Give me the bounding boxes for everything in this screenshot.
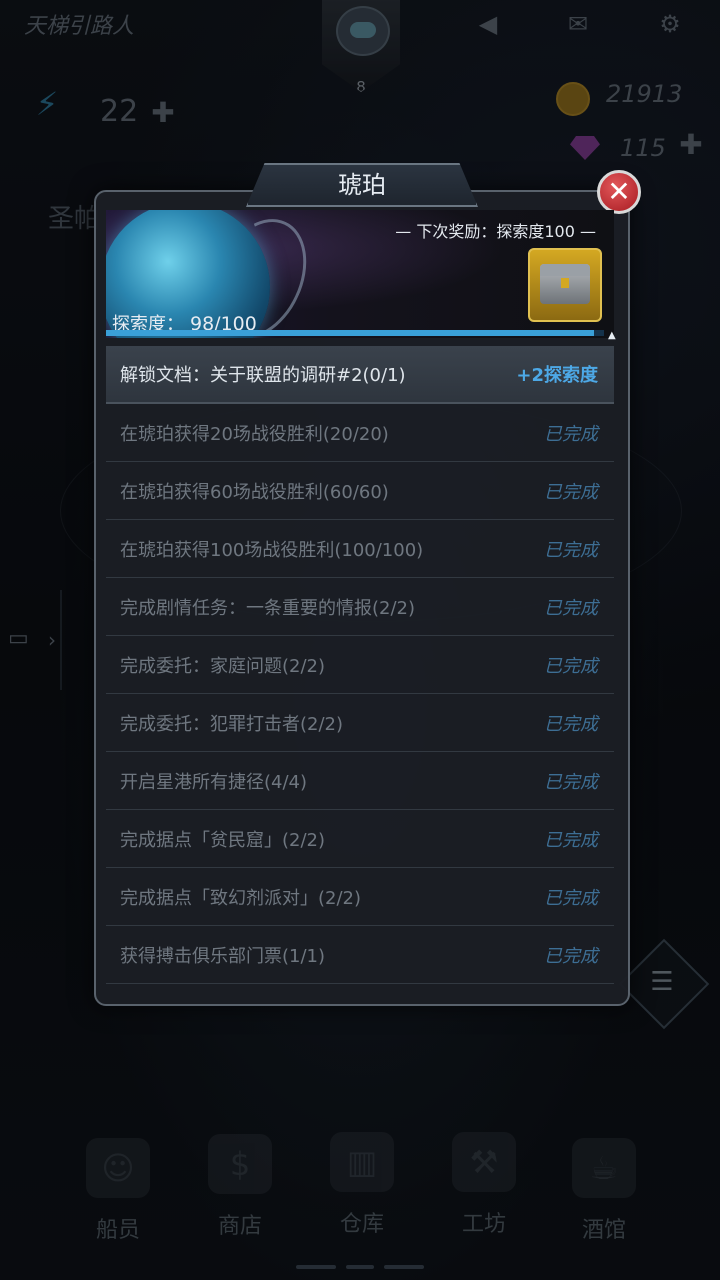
- task-text: 解锁文档：关于联盟的调研#2(0/1): [120, 365, 406, 386]
- task-status-completed: 已完成: [544, 713, 598, 735]
- task-status-completed: 已完成: [544, 887, 598, 909]
- task-status-completed: 已完成: [544, 539, 598, 561]
- task-text: 在琥珀获得60场战役胜利(60/60): [120, 481, 389, 503]
- task-text: 在琥珀获得20场战役胜利(20/20): [120, 423, 389, 445]
- reward-chest-icon[interactable]: [528, 248, 602, 322]
- next-reward-label: — 下次奖励：探索度100 —: [395, 222, 596, 241]
- task-row[interactable]: 完成委托：家庭问题(2/2) 已完成: [106, 636, 614, 694]
- task-text: 开启星港所有捷径(4/4): [120, 771, 308, 793]
- task-row[interactable]: 完成据点「贫民窟」(2/2) 已完成: [106, 810, 614, 868]
- task-text: 完成据点「贫民窟」(2/2): [120, 829, 326, 851]
- close-icon: ✕: [607, 175, 631, 208]
- task-text: 完成委托：家庭问题(2/2): [120, 655, 326, 677]
- task-row[interactable]: 完成据点「致幻剂派对」(2/2) 已完成: [106, 868, 614, 926]
- task-status-completed: 已完成: [544, 945, 598, 967]
- task-row[interactable]: 开启星港所有捷径(4/4) 已完成: [106, 752, 614, 810]
- task-status-completed: 已完成: [544, 655, 598, 677]
- task-status-completed: 已完成: [544, 597, 598, 619]
- task-row[interactable]: 获得搏击俱乐部门票(1/1) 已完成: [106, 926, 614, 984]
- task-status-completed: 已完成: [544, 423, 598, 445]
- task-text: 完成剧情任务：一条重要的情报(2/2): [120, 597, 416, 619]
- progress-end-marker: ▲: [608, 330, 616, 341]
- exploration-progress-bar: [106, 330, 604, 336]
- task-row[interactable]: 完成委托：犯罪打击者(2/2) 已完成: [106, 694, 614, 752]
- task-row[interactable]: 解锁文档：关于联盟的调研#2(0/1) +2探索度: [106, 346, 614, 404]
- task-row[interactable]: 在琥珀获得100场战役胜利(100/100) 已完成: [106, 520, 614, 578]
- task-text: 完成据点「致幻剂派对」(2/2): [120, 887, 362, 909]
- task-status-completed: 已完成: [544, 771, 598, 793]
- task-row[interactable]: 在琥珀获得20场战役胜利(20/20) 已完成: [106, 404, 614, 462]
- task-text: 在琥珀获得100场战役胜利(100/100): [120, 539, 424, 561]
- task-text: 完成委托：犯罪打击者(2/2): [120, 713, 344, 735]
- task-list: 解锁文档：关于联盟的调研#2(0/1) +2探索度在琥珀获得20场战役胜利(20/…: [106, 346, 614, 984]
- progress-fill: [106, 330, 595, 336]
- task-row[interactable]: 完成剧情任务：一条重要的情报(2/2) 已完成: [106, 578, 614, 636]
- task-reward: +2探索度: [516, 365, 598, 386]
- task-status-completed: 已完成: [544, 481, 598, 503]
- close-button[interactable]: ✕: [597, 170, 641, 214]
- task-status-completed: 已完成: [544, 829, 598, 851]
- dialog-title: 琥珀: [246, 163, 478, 207]
- task-text: 获得搏击俱乐部门票(1/1): [120, 945, 326, 967]
- task-row[interactable]: 在琥珀获得60场战役胜利(60/60) 已完成: [106, 462, 614, 520]
